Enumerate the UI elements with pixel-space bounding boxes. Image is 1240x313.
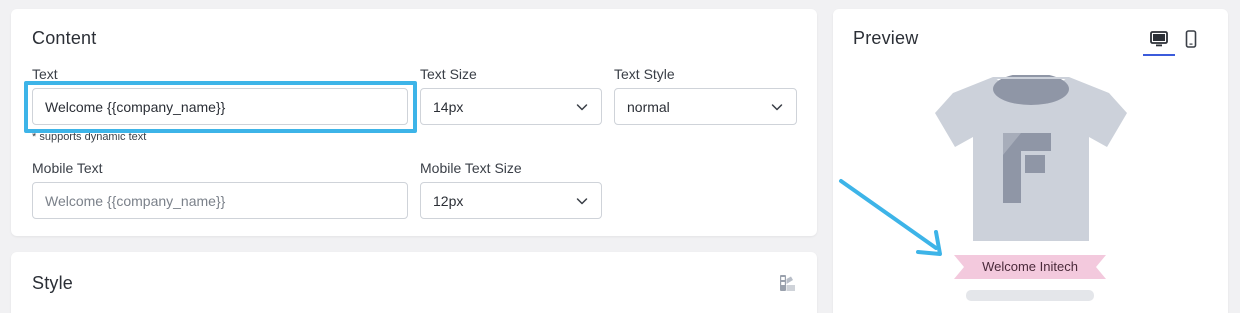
style-card: Style (11, 252, 817, 313)
preview-title: Preview (853, 28, 919, 48)
banner-text: Welcome Initech (982, 259, 1078, 274)
chevron-down-icon (576, 198, 588, 205)
text-style-select[interactable]: normal (614, 88, 797, 125)
desktop-tab-underline (1143, 54, 1175, 56)
mobile-text-label: Mobile Text (32, 160, 103, 176)
mobile-text-size-label: Mobile Text Size (420, 160, 522, 176)
skeleton-line (966, 290, 1094, 301)
chevron-down-icon (771, 104, 783, 111)
desktop-icon[interactable] (1149, 29, 1169, 49)
mobile-text-size-value: 12px (433, 192, 464, 209)
text-style-value: normal (627, 98, 670, 115)
tshirt-image (935, 75, 1127, 241)
content-title: Content (32, 28, 97, 48)
chevron-down-icon (576, 104, 588, 111)
text-label: Text (32, 66, 58, 82)
mobile-text-size-select[interactable]: 12px (420, 182, 602, 219)
mobile-text-input[interactable]: Welcome {{company_name}} (32, 182, 408, 219)
content-card: Content Text Welcome {{company_name}} * … (11, 9, 817, 236)
text-size-select[interactable]: 14px (420, 88, 602, 125)
text-style-label: Text Style (614, 66, 675, 82)
text-size-value: 14px (433, 98, 464, 115)
mobile-text-placeholder: Welcome {{company_name}} (45, 192, 226, 209)
preview-card: Preview Welcome Initech (833, 9, 1228, 313)
text-size-label: Text Size (420, 66, 477, 82)
text-input-highlight (24, 81, 417, 133)
mobile-icon[interactable] (1181, 29, 1201, 49)
arrow-icon (839, 179, 942, 256)
style-title: Style (32, 273, 74, 293)
color-palette-icon[interactable] (778, 273, 798, 293)
